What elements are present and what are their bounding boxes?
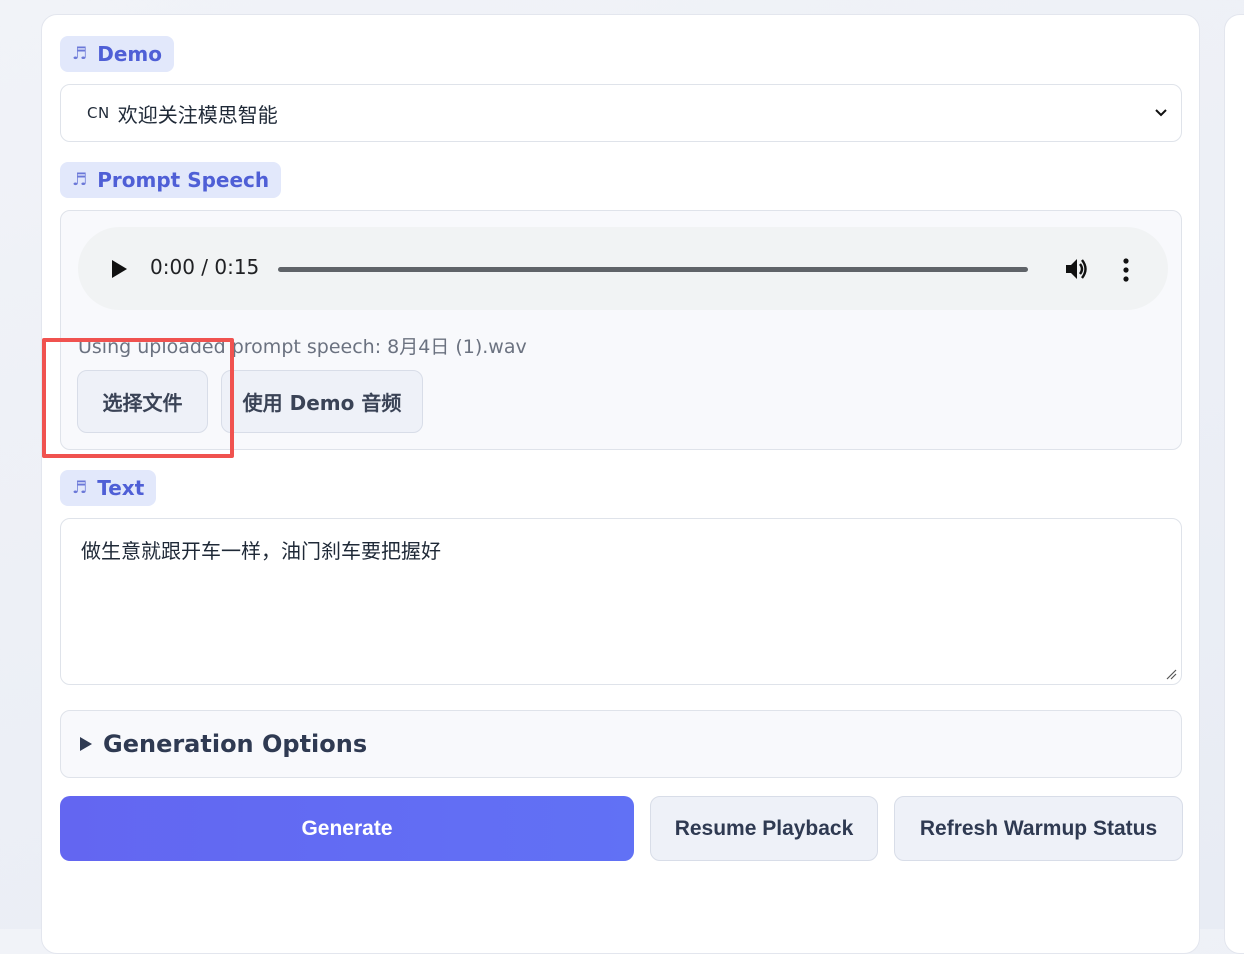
prompt-speech-label: ♬ Prompt Speech: [60, 162, 282, 198]
flag-text: CN: [87, 104, 110, 122]
resume-playback-button[interactable]: Resume Playback: [650, 796, 878, 861]
music-note-icon: ♬: [72, 44, 88, 64]
demo-label: ♬ Demo: [60, 36, 174, 72]
text-input-value: 做生意就跟开车一样，油门刹车要把握好: [81, 539, 441, 563]
audio-time: 0:00 / 0:15: [150, 255, 260, 279]
text-label-text: Text: [97, 476, 145, 500]
music-note-icon: ♬: [72, 170, 88, 190]
audio-progress-track[interactable]: [278, 267, 1028, 272]
demo-label-text: Demo: [97, 42, 162, 66]
audio-player[interactable]: 0:00 / 0:15: [78, 227, 1168, 310]
chevron-down-icon: [1155, 109, 1167, 117]
use-demo-audio-button[interactable]: 使用 Demo 音频: [221, 370, 423, 433]
demo-select[interactable]: CN 欢迎关注模思智能: [60, 84, 1182, 142]
text-label: ♬ Text: [60, 470, 157, 506]
right-panel: [1224, 14, 1244, 954]
prompt-speech-label-text: Prompt Speech: [97, 168, 270, 192]
play-icon[interactable]: [110, 259, 128, 279]
volume-icon[interactable]: [1063, 255, 1091, 283]
text-input[interactable]: 做生意就跟开车一样，油门刹车要把握好: [60, 518, 1182, 685]
demo-selected-value: 欢迎关注模思智能: [117, 102, 278, 127]
more-vert-icon[interactable]: [1121, 257, 1131, 283]
triangle-right-icon: [80, 737, 92, 751]
music-note-icon: ♬: [72, 478, 88, 498]
generate-button[interactable]: Generate: [60, 796, 634, 861]
refresh-warmup-status-button[interactable]: Refresh Warmup Status: [894, 796, 1183, 861]
resize-grip-icon[interactable]: [1165, 668, 1177, 680]
generation-options-accordion[interactable]: Generation Options: [60, 710, 1182, 778]
highlight-box: [42, 338, 234, 458]
generation-options-label: Generation Options: [103, 730, 368, 758]
